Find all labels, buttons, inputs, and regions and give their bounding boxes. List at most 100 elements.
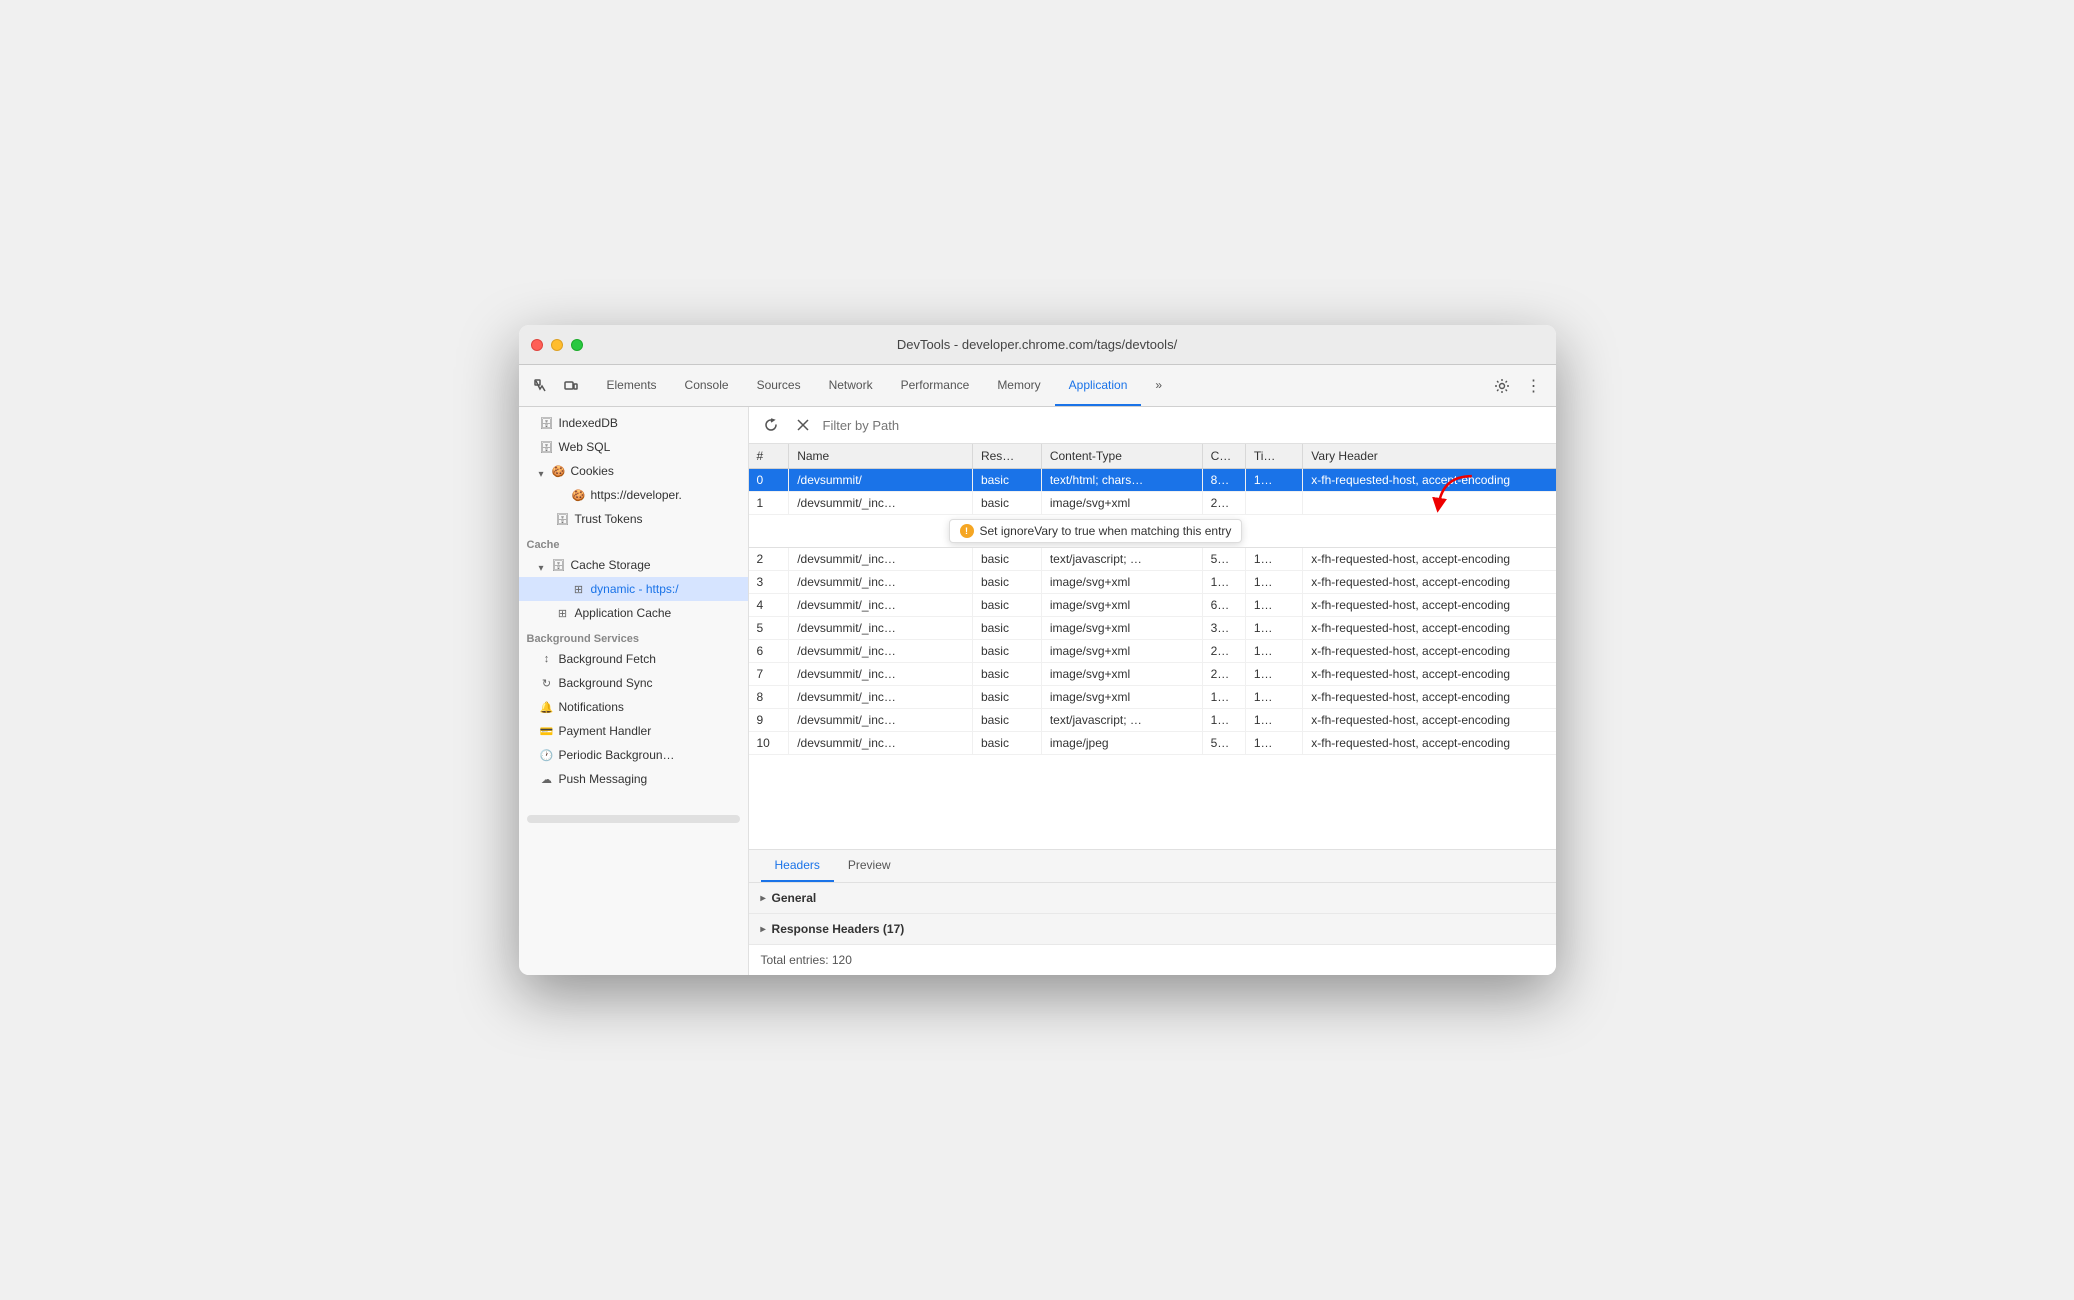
sidebar-item-indexeddb[interactable]: 🗄 IndexedDB [519, 411, 748, 435]
response-headers-row[interactable]: ▸ Response Headers (17) [749, 914, 1556, 945]
table-cell: x-fh-requested-host, accept-encoding [1303, 640, 1556, 663]
table-cell: 5 [749, 617, 789, 640]
inspect-element-button[interactable] [527, 372, 555, 400]
general-row[interactable]: ▸ General [749, 883, 1556, 914]
sidebar-item-notifications[interactable]: 🔔 Notifications [519, 695, 748, 719]
tab-console[interactable]: Console [671, 365, 743, 406]
sidebar-item-payment-handler[interactable]: 💳 Payment Handler [519, 719, 748, 743]
cache-table: # Name Res… Content-Type C… Ti… Vary Hea… [749, 444, 1556, 755]
table-cell: basic [972, 686, 1041, 709]
table-cell: 1… [1202, 571, 1245, 594]
col-header-res: Res… [972, 444, 1041, 469]
table-cell: image/svg+xml [1041, 617, 1202, 640]
sidebar-item-cookies[interactable]: 🍪 Cookies [519, 459, 748, 483]
cookies-expand-icon [539, 466, 549, 476]
table-cell: basic [972, 617, 1041, 640]
table-cell: basic [972, 663, 1041, 686]
tab-headers[interactable]: Headers [761, 850, 834, 882]
response-headers-expand-icon: ▸ [761, 924, 766, 935]
bottom-tabs: Headers Preview [749, 850, 1556, 883]
table-row[interactable]: 2/devsummit/_inc…basictext/javascript; …… [749, 548, 1556, 571]
sidebar-scroll-indicator [527, 815, 740, 823]
tab-sources[interactable]: Sources [743, 365, 815, 406]
table-cell: text/javascript; … [1041, 548, 1202, 571]
payment-handler-icon: 💳 [539, 723, 555, 739]
table-cell: 10 [749, 732, 789, 755]
refresh-button[interactable] [759, 413, 783, 437]
table-cell: 5… [1202, 732, 1245, 755]
sidebar: 🗄 IndexedDB 🗄 Web SQL 🍪 Cookies 🍪 https:… [519, 407, 749, 975]
table-cell: /devsummit/_inc… [789, 640, 973, 663]
tab-performance[interactable]: Performance [887, 365, 984, 406]
table-row[interactable]: 1/devsummit/_inc…basicimage/svg+xml2… [749, 492, 1556, 515]
table-cell: /devsummit/_inc… [789, 594, 973, 617]
filter-input[interactable] [823, 418, 1546, 433]
response-headers-label: Response Headers (17) [772, 922, 905, 936]
sidebar-item-cookies-url[interactable]: 🍪 https://developer. [519, 483, 748, 507]
websql-icon: 🗄 [539, 439, 555, 455]
table-row[interactable]: 9/devsummit/_inc…basictext/javascript; …… [749, 709, 1556, 732]
table-cell: x-fh-requested-host, accept-encoding [1303, 594, 1556, 617]
sidebar-item-cache-storage[interactable]: 🗄 Cache Storage [519, 553, 748, 577]
clear-button[interactable] [791, 413, 815, 437]
sidebar-item-background-fetch[interactable]: ↕ Background Fetch [519, 647, 748, 671]
table-cell: /devsummit/_inc… [789, 548, 973, 571]
tab-application[interactable]: Application [1055, 365, 1142, 406]
tab-preview[interactable]: Preview [834, 850, 905, 882]
titlebar: DevTools - developer.chrome.com/tags/dev… [519, 325, 1556, 365]
more-options-button[interactable]: ⋮ [1520, 372, 1548, 400]
tab-memory[interactable]: Memory [983, 365, 1054, 406]
sidebar-item-background-sync[interactable]: ↻ Background Sync [519, 671, 748, 695]
table-cell: /devsummit/_inc… [789, 571, 973, 594]
table-cell: x-fh-requested-host, accept-encoding [1303, 469, 1556, 492]
sidebar-item-application-cache[interactable]: ⊞ Application Cache [519, 601, 748, 625]
table-cell: image/jpeg [1041, 732, 1202, 755]
table-cell: 1… [1245, 640, 1302, 663]
tab-network[interactable]: Network [815, 365, 887, 406]
background-sync-icon: ↻ [539, 675, 555, 691]
table-cell: x-fh-requested-host, accept-encoding [1303, 617, 1556, 640]
table-cell: 5… [1202, 548, 1245, 571]
toolbar: Elements Console Sources Network Perform… [519, 365, 1556, 407]
device-toolbar-button[interactable] [557, 372, 585, 400]
close-button[interactable] [531, 339, 543, 351]
sidebar-item-websql[interactable]: 🗄 Web SQL [519, 435, 748, 459]
sidebar-item-periodic-background[interactable]: 🕐 Periodic Backgroun… [519, 743, 748, 767]
table-row[interactable]: 8/devsummit/_inc…basicimage/svg+xml1…1…x… [749, 686, 1556, 709]
cache-storage-icon: 🗄 [551, 557, 567, 573]
cookies-icon: 🍪 [551, 463, 567, 479]
col-header-name: Name [789, 444, 973, 469]
total-entries: Total entries: 120 [749, 945, 1556, 975]
table-cell: basic [972, 571, 1041, 594]
table-cell: 9 [749, 709, 789, 732]
table-area[interactable]: # Name Res… Content-Type C… Ti… Vary Hea… [749, 444, 1556, 849]
table-row[interactable]: 7/devsummit/_inc…basicimage/svg+xml2…1…x… [749, 663, 1556, 686]
sidebar-item-push-messaging[interactable]: ☁ Push Messaging [519, 767, 748, 791]
col-header-c: C… [1202, 444, 1245, 469]
table-cell: 1… [1245, 594, 1302, 617]
table-row[interactable]: 0/devsummit/basictext/html; chars…8…1…x-… [749, 469, 1556, 492]
table-row[interactable]: 10/devsummit/_inc…basicimage/jpeg5…1…x-f… [749, 732, 1556, 755]
table-cell: x-fh-requested-host, accept-encoding [1303, 571, 1556, 594]
maximize-button[interactable] [571, 339, 583, 351]
periodic-background-icon: 🕐 [539, 747, 555, 763]
table-cell: 6… [1202, 594, 1245, 617]
table-row[interactable]: 5/devsummit/_inc…basicimage/svg+xml3…1…x… [749, 617, 1556, 640]
sidebar-item-trust-tokens[interactable]: 🗄 Trust Tokens [519, 507, 748, 531]
minimize-button[interactable] [551, 339, 563, 351]
table-cell: image/svg+xml [1041, 492, 1202, 515]
table-row[interactable]: 6/devsummit/_inc…basicimage/svg+xml2…1…x… [749, 640, 1556, 663]
table-cell: basic [972, 732, 1041, 755]
table-cell: /devsummit/ [789, 469, 973, 492]
tab-more[interactable]: » [1141, 365, 1176, 406]
notifications-icon: 🔔 [539, 699, 555, 715]
table-row[interactable]: 4/devsummit/_inc…basicimage/svg+xml6…1…x… [749, 594, 1556, 617]
sidebar-item-dynamic[interactable]: ⊞ dynamic - https:/ [519, 577, 748, 601]
tooltip-popup: !Set ignoreVary to true when matching th… [949, 519, 1243, 543]
tab-elements[interactable]: Elements [593, 365, 671, 406]
table-row[interactable]: 3/devsummit/_inc…basicimage/svg+xml1…1…x… [749, 571, 1556, 594]
table-cell: /devsummit/_inc… [789, 709, 973, 732]
general-label: General [772, 891, 817, 905]
trust-tokens-icon: 🗄 [555, 511, 571, 527]
settings-button[interactable] [1488, 372, 1516, 400]
